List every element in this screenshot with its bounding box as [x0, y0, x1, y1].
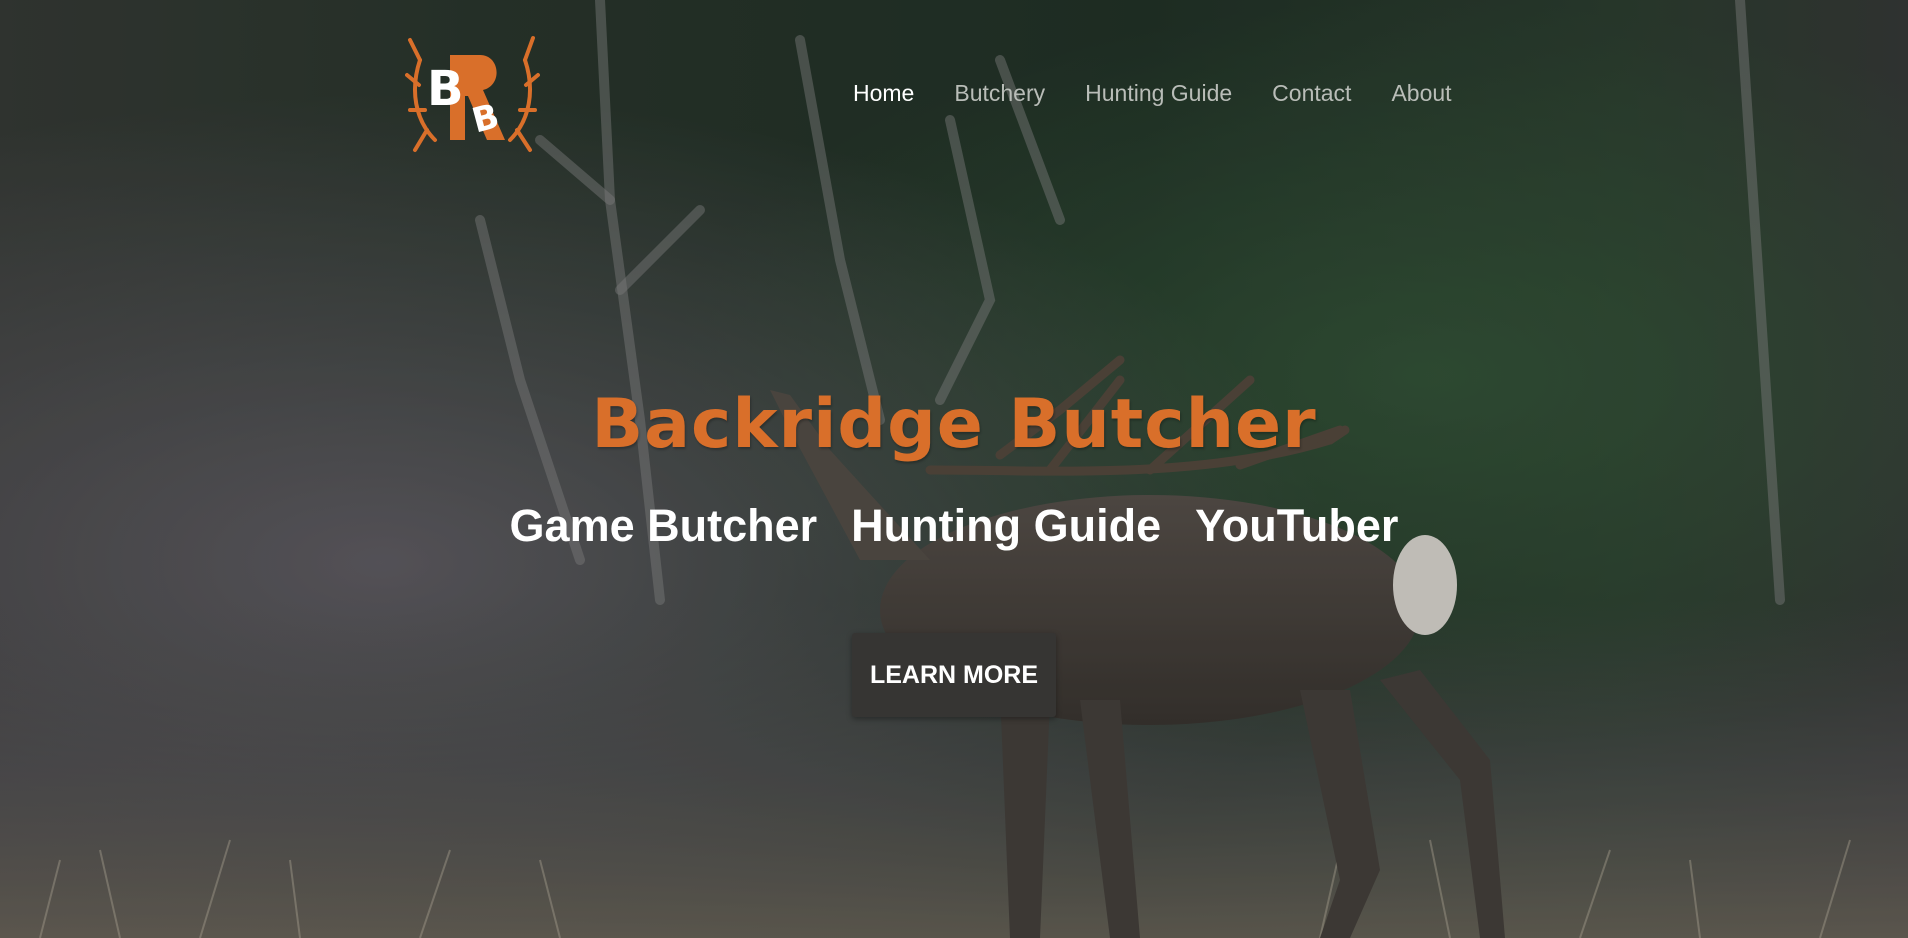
role-youtuber: YouTuber [1195, 500, 1399, 551]
nav-item-butchery[interactable]: Butchery [954, 80, 1045, 107]
hero-section: B B Home Butchery Hunting Guide Contact … [0, 0, 1908, 938]
hero-background-image [0, 0, 1908, 938]
main-nav: Home Butchery Hunting Guide Contact Abou… [853, 80, 1452, 107]
hero-roles: Game Butcher Hunting Guide YouTuber [0, 500, 1908, 552]
site-logo[interactable]: B B [405, 30, 540, 160]
nav-item-hunting-guide[interactable]: Hunting Guide [1085, 80, 1232, 107]
hero-title: Backridge Butcher [591, 385, 1317, 464]
nav-item-home[interactable]: Home [853, 80, 914, 107]
learn-more-button[interactable]: LEARN MORE [852, 633, 1056, 717]
logo-letter-b2: B [468, 96, 503, 141]
role-hunting-guide: Hunting Guide [851, 500, 1162, 551]
role-game-butcher: Game Butcher [509, 500, 818, 551]
nav-item-contact[interactable]: Contact [1272, 80, 1351, 107]
antler-logo-icon: B B [405, 36, 540, 152]
nav-item-about[interactable]: About [1391, 80, 1451, 107]
logo-letter-b1: B [427, 61, 464, 117]
